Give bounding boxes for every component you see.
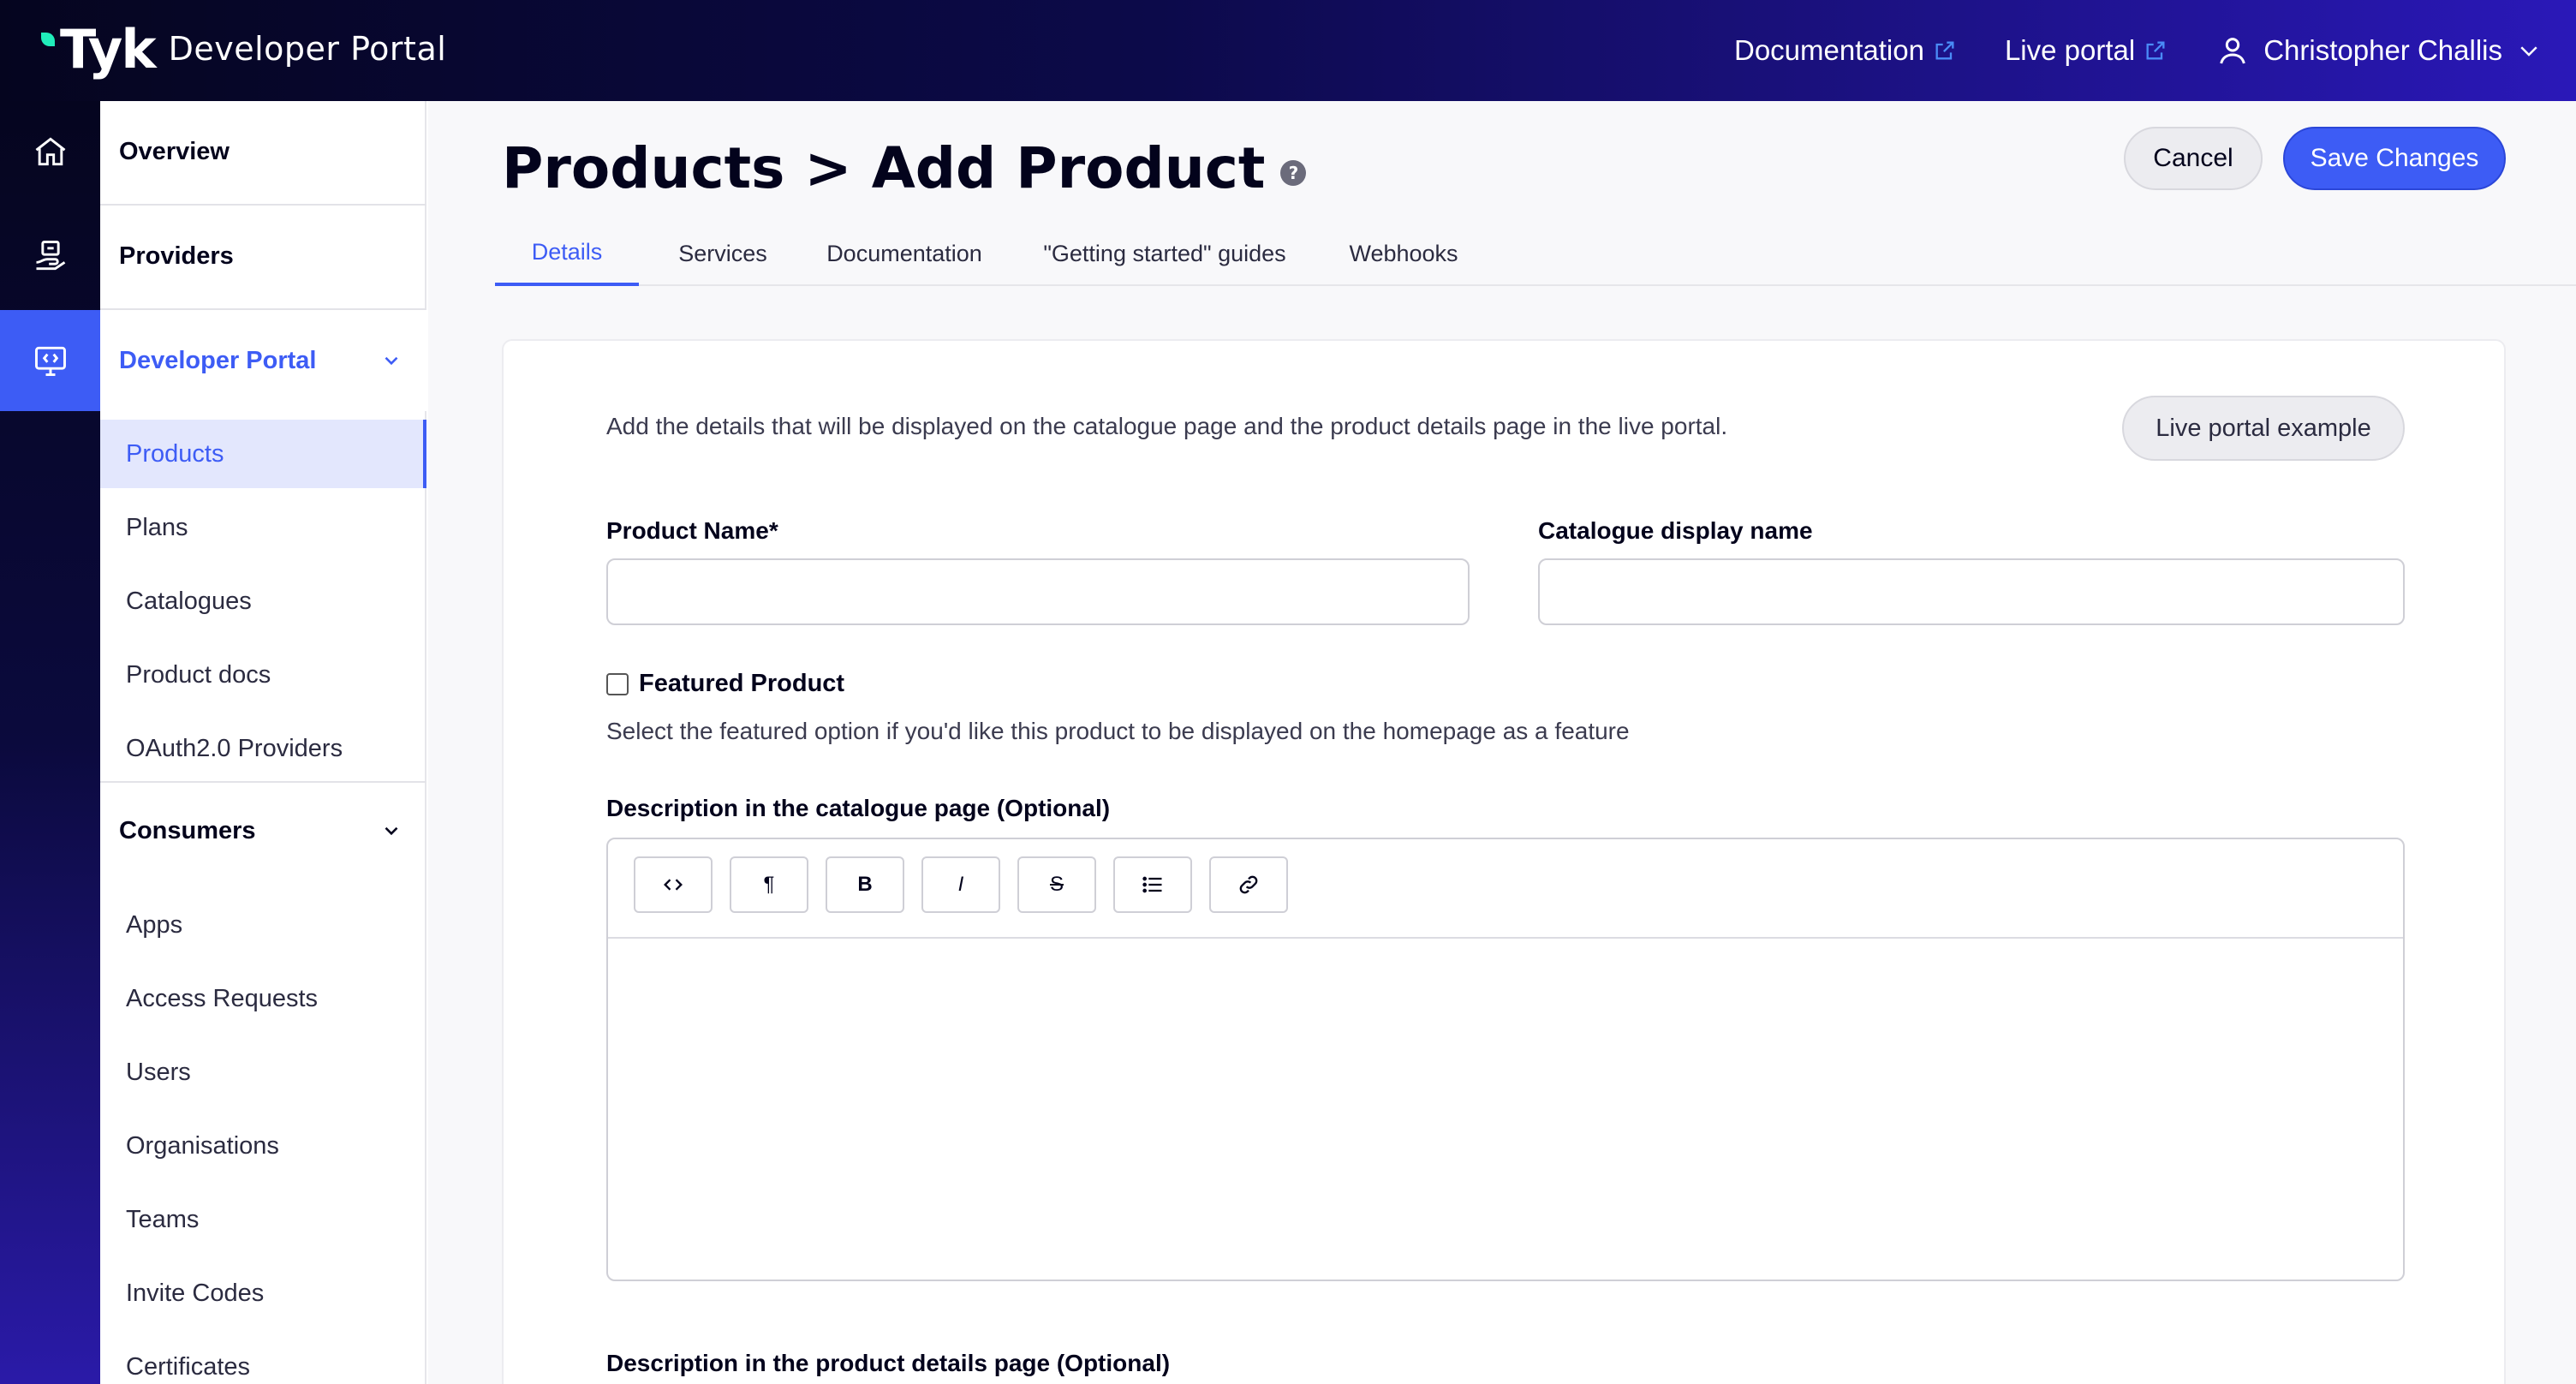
chevron-down-icon [385,826,398,836]
catalogue-display-name-input[interactable] [1538,558,2405,625]
external-link-icon [2146,41,2165,60]
sidebar-section-label: Developer Portal [119,346,317,374]
home-icon [35,137,65,166]
paragraph-icon: ¶ [763,873,775,896]
live-portal-link[interactable]: Live portal [2005,34,2168,67]
bullet-list-button[interactable] [1113,856,1192,913]
brand-leaf-icon [41,33,55,46]
sidebar-item-organisations[interactable]: Organisations [100,1112,426,1180]
sidebar-section-consumers[interactable]: Consumers [100,783,426,879]
sidebar-item-apps[interactable]: Apps [100,891,426,959]
italic-icon: I [957,873,964,896]
rail-home[interactable] [0,101,100,202]
save-changes-button[interactable]: Save Changes [2283,127,2506,190]
catalogue-description-label: Description in the catalogue page (Optio… [606,795,1111,821]
sidebar-item-users[interactable]: Users [100,1038,426,1107]
editor-toolbar: ¶ B I S [608,839,2403,939]
tab-bar: Details Services Documentation "Getting … [495,221,2576,286]
user-icon [2220,38,2246,64]
strikethrough-icon: S [1049,873,1064,896]
paragraph-button[interactable]: ¶ [730,856,808,913]
page-title-text: Products > Add Product [502,135,1266,201]
top-bar: Tyk Developer Portal Documentation Live … [0,0,2576,101]
catalogue-display-name-label: Catalogue display name [1538,517,1813,544]
top-links: Documentation Live portal Christopher Ch… [1734,0,2542,101]
sidebar-item-certificates[interactable]: Certificates [100,1333,426,1384]
sidebar-item-access-requests[interactable]: Access Requests [100,964,426,1033]
providers-icon [35,241,65,271]
details-card: Add the details that will be displayed o… [502,339,2506,1384]
rail-providers[interactable] [0,206,100,307]
link-icon [1239,875,1258,894]
sidebar-item-catalogues[interactable]: Catalogues [100,567,426,635]
product-name-input[interactable] [606,558,1470,625]
documentation-link-label: Documentation [1733,34,1924,66]
brand-logo[interactable]: Tyk Developer Portal [41,17,447,81]
brand-mark: Tyk [60,17,157,81]
developer-portal-icon [34,346,66,376]
product-details-description-label: Description in the product details page … [606,1350,1171,1376]
icon-rail [0,101,100,1384]
tab-details[interactable]: Details [495,221,639,286]
help-icon[interactable]: ? [1280,159,1307,186]
sidebar: Overview Providers Developer Portal Prod… [100,101,426,1384]
italic-button[interactable]: I [921,856,1000,913]
featured-help-text: Select the featured option if you'd like… [606,718,1630,744]
product-name-label: Product Name* [606,517,778,544]
code-icon [664,879,683,891]
user-name: Christopher Challis [2263,34,2502,66]
tab-webhooks[interactable]: Webhooks [1322,221,1485,286]
sidebar-section-label: Consumers [119,816,256,844]
sidebar-item-invite-codes[interactable]: Invite Codes [100,1259,426,1327]
chevron-down-icon [2520,46,2537,57]
chevron-down-icon [385,356,398,366]
sidebar-item-product-docs[interactable]: Product docs [100,641,426,709]
tab-getting-started-guides[interactable]: "Getting started" guides [1019,221,1310,286]
sidebar-section-developer-portal[interactable]: Developer Portal [100,310,426,411]
strikethrough-button[interactable]: S [1017,856,1096,913]
cancel-button[interactable]: Cancel [2124,127,2263,190]
tab-documentation[interactable]: Documentation [805,221,1004,286]
bullet-list-icon [1142,876,1162,893]
live-portal-link-label: Live portal [2004,34,2136,66]
sidebar-item-overview[interactable]: Overview [100,101,426,202]
bold-icon: B [857,873,873,896]
intro-text: Add the details that will be displayed o… [606,413,1728,439]
sidebar-item-teams[interactable]: Teams [100,1185,426,1254]
featured-product-label: Featured Product [639,670,845,697]
sidebar-item-oauth-providers[interactable]: OAuth2.0 Providers [100,714,426,783]
brand-text: Developer Portal [168,30,447,68]
user-menu[interactable]: Christopher Challis [2215,33,2542,68]
sidebar-item-plans[interactable]: Plans [100,493,426,562]
featured-product-row: Featured Product [606,670,844,698]
code-button[interactable] [634,856,713,913]
live-portal-example-button[interactable]: Live portal example [2122,396,2405,461]
documentation-link[interactable]: Documentation [1734,34,1957,67]
catalogue-description-editor: ¶ B I S [606,838,2405,1281]
main-content: Products > Add Product ? Cancel Save Cha… [428,101,2576,1384]
editor-content-area[interactable] [608,940,2403,1280]
bold-button[interactable]: B [826,856,904,913]
external-link-icon [1935,41,1954,60]
page-title: Products > Add Product ? [502,135,1307,201]
tab-services[interactable]: Services [654,221,791,286]
rail-developer-portal[interactable] [0,310,100,411]
link-button[interactable] [1209,856,1288,913]
sidebar-item-products[interactable]: Products [100,420,426,488]
sidebar-item-providers[interactable]: Providers [100,206,426,307]
featured-product-checkbox[interactable] [606,672,629,695]
